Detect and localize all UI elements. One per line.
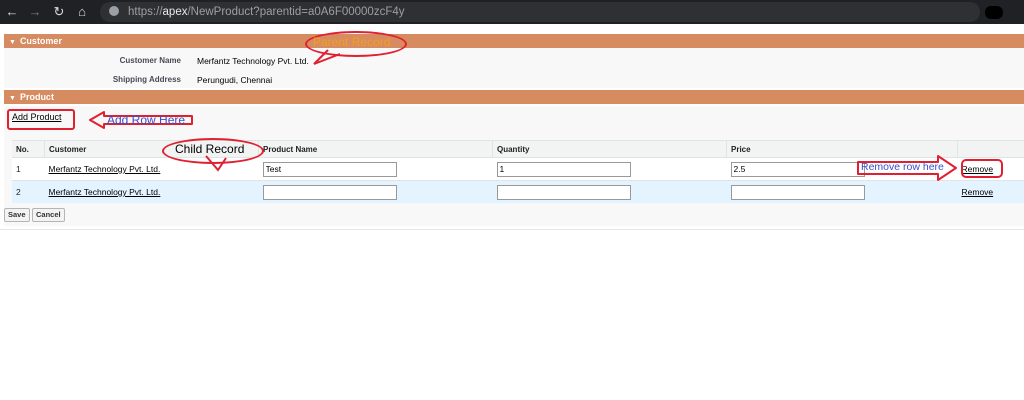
- browser-toolbar: ← → ↻ ⌂ https://apex/NewProduct?parentid…: [0, 0, 1024, 24]
- address-bar-url[interactable]: https://apex/NewProduct?parentid=a0A6F00…: [128, 4, 405, 20]
- remove-row-annotation: Remove row here: [861, 161, 944, 173]
- forward-arrow-icon[interactable]: →: [27, 4, 43, 20]
- parent-record-tail-icon: [313, 49, 341, 65]
- column-header-action: [957, 140, 1024, 158]
- column-header-product-name: Product Name: [258, 140, 493, 158]
- parent-record-annotation: Parent Record: [313, 35, 391, 49]
- quantity-input[interactable]: [496, 184, 631, 200]
- row-number: 1: [12, 157, 45, 181]
- add-product-highlight: [7, 109, 75, 130]
- column-header-quantity: Quantity: [492, 140, 727, 158]
- customer-name-value: Merfantz Technology Pvt. Ltd.: [197, 56, 309, 66]
- remove-highlight: [961, 159, 1003, 178]
- cancel-button[interactable]: Cancel: [32, 208, 65, 222]
- reload-icon[interactable]: ↻: [51, 4, 67, 20]
- product-name-input[interactable]: [262, 184, 397, 200]
- row-number: 2: [12, 180, 45, 203]
- product-section-header[interactable]: ▼ Product: [4, 90, 1024, 104]
- column-header-no: No.: [12, 140, 45, 158]
- customer-link[interactable]: Merfantz Technology Pvt. Ltd.: [49, 187, 161, 197]
- collapse-triangle-icon: ▼: [9, 95, 16, 102]
- remove-row-link[interactable]: Remove: [962, 187, 994, 197]
- customer-section-header[interactable]: ▼ Customer: [4, 34, 1024, 48]
- customer-link[interactable]: Merfantz Technology Pvt. Ltd.: [49, 164, 161, 174]
- customer-name-label: Customer Name: [119, 56, 181, 65]
- back-arrow-icon[interactable]: ←: [4, 4, 20, 20]
- add-row-annotation: Add Row Here: [107, 113, 186, 127]
- site-info-icon[interactable]: [109, 6, 119, 16]
- home-icon[interactable]: ⌂: [74, 4, 90, 20]
- price-input[interactable]: [730, 161, 865, 177]
- shipping-address-value: Perungudi, Chennai: [197, 75, 273, 85]
- table-row: 2 Merfantz Technology Pvt. Ltd. Remove: [12, 180, 1024, 203]
- profile-avatar[interactable]: [985, 6, 1003, 19]
- child-record-tail-icon: [205, 155, 227, 172]
- price-input[interactable]: [730, 184, 865, 200]
- quantity-input[interactable]: [496, 161, 631, 177]
- save-button[interactable]: Save: [4, 208, 30, 222]
- divider: [0, 229, 1024, 230]
- shipping-address-label: Shipping Address: [112, 75, 181, 84]
- product-name-input[interactable]: [262, 161, 397, 177]
